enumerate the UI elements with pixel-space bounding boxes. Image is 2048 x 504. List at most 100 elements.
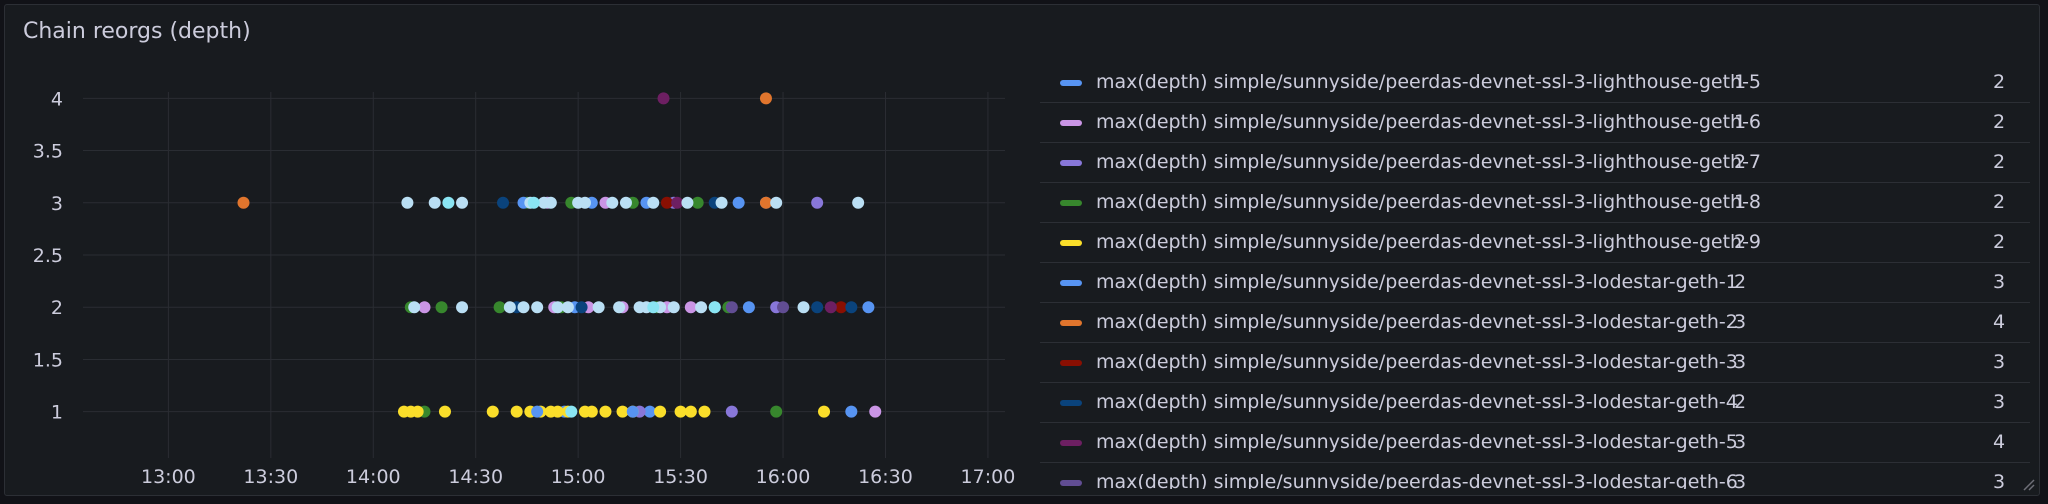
data-point: [818, 405, 831, 418]
data-point: [691, 196, 704, 209]
legend-swatch[interactable]: [1060, 240, 1082, 246]
data-point: [660, 196, 673, 209]
legend-row[interactable]: max(depth) simple/sunnyside/peerdas-devn…: [1040, 223, 2030, 263]
legend-series-name[interactable]: max(depth) simple/sunnyside/peerdas-devn…: [1096, 471, 1738, 489]
data-point: [456, 301, 469, 314]
scatter-plot: 11.522.533.54 13:00 13:30 14:00 14:30 15:00 1…: [33, 88, 1016, 488]
data-point: [643, 405, 656, 418]
legend-row[interactable]: max(depth) simple/sunnyside/peerdas-devn…: [1040, 183, 2030, 223]
data-point: [708, 301, 721, 314]
legend-swatch[interactable]: [1060, 360, 1082, 366]
data-point: [497, 196, 510, 209]
y-tick-label: 1: [51, 402, 63, 424]
legend-series-name[interactable]: max(depth) simple/sunnyside/peerdas-devn…: [1096, 271, 1738, 293]
legend-table: max(depth) simple/sunnyside/peerdas-devn…: [1040, 63, 2030, 489]
data-point: [503, 301, 516, 314]
legend-value-1: 3: [1733, 311, 1747, 333]
legend-series-name[interactable]: max(depth) simple/sunnyside/peerdas-devn…: [1096, 231, 1761, 253]
data-point: [428, 196, 441, 209]
x-tick-label: 15:30: [653, 466, 708, 488]
y-tick-label: 2.5: [33, 245, 63, 267]
legend-value-1: 3: [1733, 351, 1747, 373]
legend-swatch[interactable]: [1060, 160, 1082, 166]
data-point: [408, 301, 421, 314]
data-point: [585, 405, 598, 418]
data-point: [531, 405, 544, 418]
legend-row[interactable]: max(depth) simple/sunnyside/peerdas-devn…: [1040, 263, 2030, 303]
data-point: [418, 301, 431, 314]
data-point: [862, 301, 875, 314]
legend-series-name[interactable]: max(depth) simple/sunnyside/peerdas-devn…: [1096, 391, 1738, 413]
legend-series-name[interactable]: max(depth) simple/sunnyside/peerdas-devn…: [1096, 431, 1738, 453]
legend-row[interactable]: max(depth) simple/sunnyside/peerdas-devn…: [1040, 423, 2030, 463]
legend-value-1: 1: [1733, 111, 1747, 133]
legend-swatch[interactable]: [1060, 400, 1082, 406]
legend-swatch[interactable]: [1060, 480, 1082, 486]
resize-handle-icon[interactable]: [2021, 477, 2035, 491]
data-point: [725, 301, 738, 314]
legend-swatch[interactable]: [1060, 80, 1082, 86]
legend-swatch[interactable]: [1060, 120, 1082, 126]
data-point: [657, 92, 670, 105]
y-axis-ticks: 1 1.5 2 2.5 3 3.5 4: [33, 88, 63, 423]
x-tick-label: 13:30: [243, 466, 298, 488]
data-point: [237, 196, 250, 209]
data-point: [592, 301, 605, 314]
legend-row[interactable]: max(depth) simple/sunnyside/peerdas-devn…: [1040, 383, 2030, 423]
data-point: [606, 196, 619, 209]
data-point: [811, 301, 824, 314]
data-point: [456, 196, 469, 209]
legend-row[interactable]: max(depth) simple/sunnyside/peerdas-devn…: [1040, 303, 2030, 343]
data-point: [561, 301, 574, 314]
legend-value-1: 2: [1733, 391, 1747, 413]
data-point: [671, 196, 684, 209]
legend-value-1: 1: [1733, 191, 1747, 213]
data-point: [442, 196, 455, 209]
data-point: [544, 196, 557, 209]
legend-value-2: 3: [1992, 351, 2006, 373]
data-point: [811, 196, 824, 209]
x-tick-label: 14:30: [448, 466, 503, 488]
legend-value-2: 3: [1992, 271, 2006, 293]
x-tick-label: 17:00: [961, 466, 1016, 488]
data-point: [869, 405, 882, 418]
legend-row[interactable]: max(depth) simple/sunnyside/peerdas-devn…: [1040, 63, 2030, 103]
data-point: [613, 301, 626, 314]
data-point: [647, 301, 660, 314]
legend-swatch[interactable]: [1060, 440, 1082, 446]
data-point: [435, 301, 448, 314]
data-point: [565, 405, 578, 418]
legend-series-name[interactable]: max(depth) simple/sunnyside/peerdas-devn…: [1096, 311, 1738, 333]
legend-row[interactable]: max(depth) simple/sunnyside/peerdas-devn…: [1040, 343, 2030, 383]
legend-row[interactable]: max(depth) simple/sunnyside/peerdas-devn…: [1040, 143, 2030, 183]
data-point: [517, 301, 530, 314]
x-tick-label: 16:00: [756, 466, 811, 488]
x-tick-label: 14:00: [346, 466, 401, 488]
data-point: [626, 405, 639, 418]
data-point: [551, 301, 564, 314]
data-point: [852, 196, 865, 209]
legend-row[interactable]: max(depth) simple/sunnyside/peerdas-devn…: [1040, 463, 2030, 489]
legend-value-1: 3: [1733, 471, 1747, 489]
legend-swatch[interactable]: [1060, 320, 1082, 326]
legend-series-name[interactable]: max(depth) simple/sunnyside/peerdas-devn…: [1096, 71, 1761, 93]
y-tick-label: 2: [51, 297, 63, 319]
data-point: [510, 405, 523, 418]
legend-series-name[interactable]: max(depth) simple/sunnyside/peerdas-devn…: [1096, 151, 1761, 173]
x-tick-label: 15:00: [551, 466, 606, 488]
grid-lines: [83, 92, 1005, 458]
legend-value-2: 2: [1992, 151, 2006, 173]
legend-swatch[interactable]: [1060, 280, 1082, 286]
data-point: [527, 196, 540, 209]
data-point: [486, 405, 499, 418]
legend-swatch[interactable]: [1060, 200, 1082, 206]
data-point: [438, 405, 451, 418]
legend-series-name[interactable]: max(depth) simple/sunnyside/peerdas-devn…: [1096, 111, 1761, 133]
legend-series-name[interactable]: max(depth) simple/sunnyside/peerdas-devn…: [1096, 191, 1761, 213]
legend-row[interactable]: max(depth) simple/sunnyside/peerdas-devn…: [1040, 103, 2030, 143]
data-point: [619, 196, 632, 209]
legend-series-name[interactable]: max(depth) simple/sunnyside/peerdas-devn…: [1096, 351, 1738, 373]
legend-value-2: 2: [1992, 111, 2006, 133]
data-point: [797, 301, 810, 314]
legend-value-1: 2: [1733, 151, 1747, 173]
